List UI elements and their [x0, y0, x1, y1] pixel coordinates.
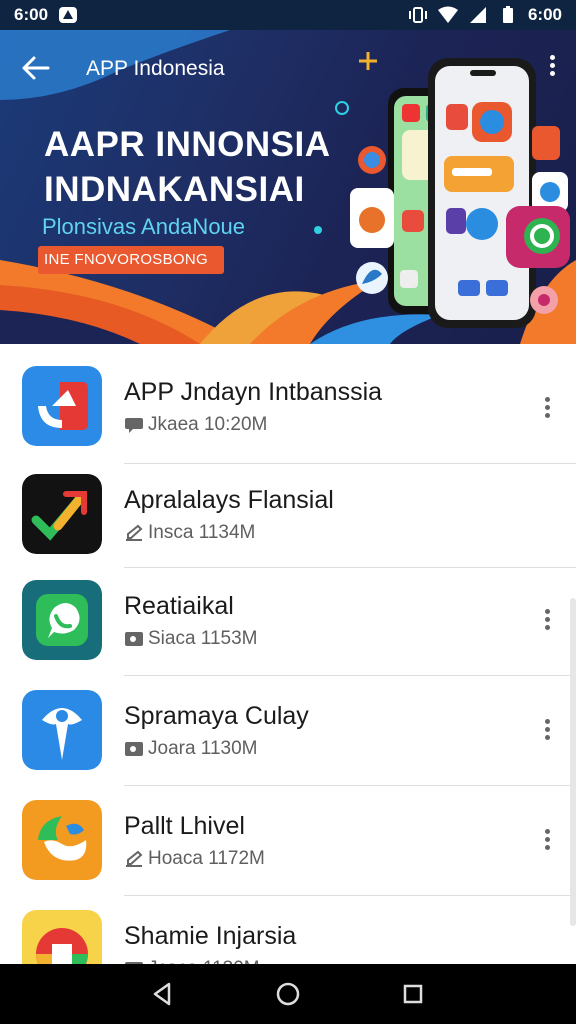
app-name: Pallt Lhivel — [124, 812, 245, 840]
nav-home-icon[interactable] — [274, 980, 302, 1008]
colorful-check-app-icon[interactable] — [22, 474, 102, 554]
blue-pin-app-icon[interactable] — [22, 690, 102, 770]
red-arrow-app-icon[interactable] — [22, 366, 102, 446]
app-meta-text: Jkaea 10:20M — [148, 414, 268, 435]
status-time-left: 6:00 — [14, 5, 49, 24]
divider — [124, 785, 576, 786]
hero-subtitle: Plonsivas AndaNoue — [42, 214, 246, 239]
app-meta: Jkaea 10:20M — [124, 414, 267, 436]
arrow-left-icon[interactable] — [14, 50, 54, 86]
whatsapp-app-icon[interactable] — [22, 580, 102, 660]
app-meta-text: Insca 1134M — [148, 522, 256, 543]
divider — [124, 895, 576, 896]
hero-headline-line2: INDNAKANSIAI — [44, 170, 305, 209]
app-meta: Hoaca 1172M — [124, 848, 265, 870]
list-item[interactable]: Spramaya Culay Joara 1130M — [0, 678, 576, 786]
app-meta-text: Hoaca 1172M — [148, 848, 265, 869]
list-item[interactable]: APP Jndayn Intbanssia Jkaea 10:20M — [0, 356, 576, 464]
more-vert-icon[interactable] — [540, 716, 554, 746]
edit-icon — [126, 850, 143, 867]
orange-leaf-app-icon[interactable] — [22, 800, 102, 880]
app-name: Apralalays Flansial — [124, 486, 334, 514]
system-nav-bar — [0, 964, 576, 1024]
list-item[interactable]: Reatiaikal Siaca 1153M — [0, 568, 576, 676]
app-meta-text: Siaca 1153M — [148, 628, 258, 649]
edit-icon — [126, 524, 143, 541]
more-vert-icon[interactable] — [542, 52, 562, 84]
hero-banner: APP Indonesia AAPR INNONSIA INDNAKANSIAI… — [0, 30, 576, 344]
chat-icon — [125, 418, 143, 433]
app-toolbar: APP Indonesia — [0, 30, 576, 106]
hero-headline-line1: AAPR INNONSIA — [44, 125, 331, 164]
nav-back-icon[interactable] — [149, 980, 177, 1008]
app-meta: Insca 1134M — [124, 522, 255, 544]
app-meta-text: Joara 1130M — [148, 738, 258, 759]
status-bar: 6:00 6:00 — [0, 0, 576, 30]
vibrate-icon — [408, 7, 427, 23]
status-time-right: 6:00 — [527, 5, 562, 24]
app-meta: Joara 1130M — [124, 738, 258, 760]
battery-icon — [502, 6, 513, 23]
more-vert-icon[interactable] — [540, 394, 554, 424]
hero-badge[interactable]: INE FNOVOROSBONG — [38, 246, 224, 274]
app-name: Shamie Injarsia — [124, 922, 297, 950]
more-vert-icon[interactable] — [540, 606, 554, 636]
list-item[interactable]: Apralalays Flansial Insca 1134M — [0, 464, 576, 572]
list-item[interactable]: Pallt Lhivel Hoaca 1172M — [0, 788, 576, 896]
more-vert-icon[interactable] — [540, 826, 554, 856]
hero-headline: AAPR INNONSIA INDNAKANSIAI — [44, 122, 331, 212]
image-icon — [125, 742, 143, 756]
app-name: Reatiaikal — [124, 592, 234, 620]
nav-recents-icon[interactable] — [399, 980, 427, 1008]
wifi-icon — [437, 6, 458, 23]
image-icon — [125, 632, 143, 646]
divider — [124, 675, 576, 676]
app-title: APP Indonesia — [86, 57, 225, 80]
signal-icon — [469, 7, 486, 23]
app-name: Spramaya Culay — [124, 702, 309, 730]
app-meta: Siaca 1153M — [124, 628, 258, 650]
scrollbar[interactable] — [570, 598, 576, 926]
app-notification-icon — [59, 7, 78, 23]
app-name: APP Jndayn Intbanssia — [124, 378, 383, 406]
